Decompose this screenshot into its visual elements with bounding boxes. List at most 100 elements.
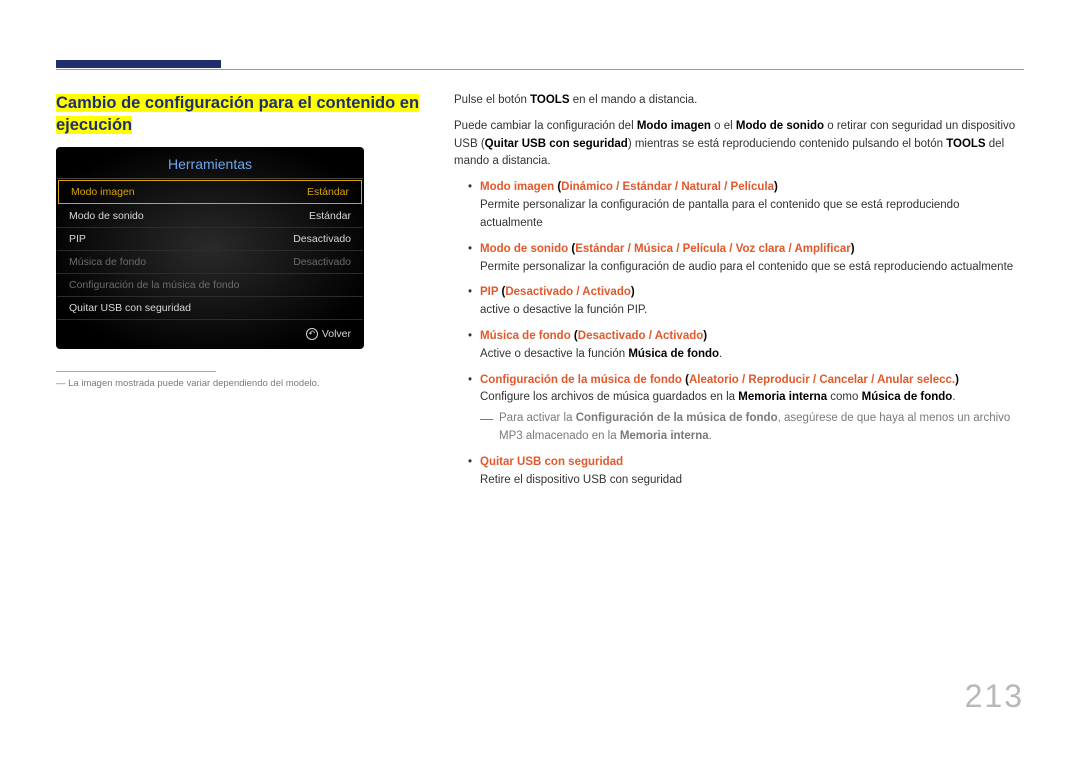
b1-o4: Película (731, 181, 774, 193)
row-label: Música de fondo (69, 256, 146, 268)
paragraph-1: Pulse el botón TOOLS en el mando a dista… (454, 92, 1024, 110)
b2-s3: / (726, 243, 736, 255)
b5-o1: Aleatorio (689, 374, 739, 386)
page-number: 213 (965, 678, 1024, 715)
row-value: Estándar (307, 186, 349, 198)
b3-o1: Desactivado (505, 286, 573, 298)
p2-g: ) mientras se está reproduciendo conteni… (628, 138, 946, 150)
return-label: Volver (322, 328, 351, 340)
b3-o2: Activado (582, 286, 631, 298)
b1-head: Modo imagen (480, 181, 554, 193)
row-label: Modo imagen (71, 186, 135, 198)
row-value: Desactivado (293, 256, 351, 268)
row-value: Desactivado (293, 233, 351, 245)
panel-row-musica-fondo: Música de fondo Desactivado (57, 251, 363, 274)
panel-row-quitar-usb[interactable]: Quitar USB con seguridad (57, 297, 363, 320)
tools-panel-rows: Modo imagen Estándar Modo de sonido Está… (57, 178, 363, 320)
b4-desc-c: . (719, 348, 722, 360)
b5-s3: / (868, 374, 877, 386)
sub-b: Configuración de la música de fondo (576, 412, 778, 424)
p1-c: en el mando a distancia. (570, 94, 698, 106)
b6-head: Quitar USB con seguridad (480, 456, 623, 468)
section-heading: Cambio de configuración para el contenid… (56, 92, 426, 137)
bullet-quitar-usb: Quitar USB con seguridad Retire el dispo… (468, 454, 1024, 490)
b1-close: ) (774, 181, 778, 193)
b5-desc-e: . (952, 391, 955, 403)
right-column: Pulse el botón TOOLS en el mando a dista… (454, 92, 1024, 497)
b4-head: Música de fondo (480, 330, 571, 342)
sub-e: . (709, 430, 712, 442)
b3-s1: / (573, 286, 582, 298)
row-label: Configuración de la música de fondo (69, 279, 239, 291)
b5-open: ( (682, 374, 689, 386)
row-value: Estándar (309, 210, 351, 222)
b4-s1: / (646, 330, 655, 342)
b2-o5: Amplificar (794, 243, 850, 255)
b5-desc-d: Música de fondo (862, 391, 953, 403)
b5-desc-c: como (827, 391, 862, 403)
b1-s1: / (613, 181, 623, 193)
p2-modo-imagen: Modo imagen (637, 120, 711, 132)
left-column: Cambio de configuración para el contenid… (56, 92, 426, 497)
sub-a: Para activar la (499, 412, 576, 424)
panel-row-pip[interactable]: PIP Desactivado (57, 228, 363, 251)
subnote-body: Para activar la Configuración de la músi… (499, 410, 1024, 446)
paragraph-2: Puede cambiar la configuración del Modo … (454, 118, 1024, 171)
b2-o2: Música (634, 243, 673, 255)
return-icon[interactable]: ↶ (306, 328, 318, 340)
b1-o2: Estándar (623, 181, 672, 193)
heading-line-2: ejecución (56, 116, 132, 134)
panel-row-modo-imagen[interactable]: Modo imagen Estándar (58, 180, 362, 204)
b2-close: ) (851, 243, 855, 255)
p1-a: Pulse el botón (454, 94, 530, 106)
bullet-list: Modo imagen ( Dinámico / Estándar / Natur… (468, 179, 1024, 489)
b1-o1: Dinámico (561, 181, 613, 193)
b3-head: PIP (480, 286, 498, 298)
b2-o3: Película (683, 243, 726, 255)
tools-panel: Herramientas Modo imagen Estándar Modo d… (56, 147, 364, 349)
b1-s2: / (672, 181, 682, 193)
b5-o3: Cancelar (819, 374, 868, 386)
b5-head: Configuración de la música de fondo (480, 374, 682, 386)
b1-o3: Natural (681, 181, 721, 193)
b5-o2: Reproducir (748, 374, 809, 386)
footnote-text: La imagen mostrada puede variar dependie… (68, 378, 319, 389)
b5-close: ) (955, 374, 959, 386)
footnote-dash: ― (56, 378, 66, 389)
b6-desc: Retire el dispositivo USB con seguridad (480, 474, 682, 486)
b2-o4: Voz clara (736, 243, 786, 255)
tools-panel-footer: ↶ Volver (57, 320, 363, 348)
b2-head: Modo de sonido (480, 243, 568, 255)
b5-desc-a: Configure los archivos de música guardad… (480, 391, 738, 403)
p1-tools: TOOLS (530, 94, 569, 106)
subnote-dash: ― (480, 412, 493, 446)
b5-desc-b: Memoria interna (738, 391, 827, 403)
footnote: ― La imagen mostrada puede variar depend… (56, 378, 426, 389)
b4-o2: Activado (655, 330, 704, 342)
panel-row-config-musica: Configuración de la música de fondo (57, 274, 363, 297)
b3-close: ) (631, 286, 635, 298)
b4-o1: Desactivado (578, 330, 646, 342)
b4-open: ( (571, 330, 578, 342)
row-label: Modo de sonido (69, 210, 144, 222)
row-label: PIP (69, 233, 86, 245)
b1-s3: / (721, 181, 731, 193)
b1-desc: Permite personalizar la configuración de… (480, 199, 959, 229)
bullet-modo-sonido: Modo de sonido (Estándar / Música / Pelí… (468, 241, 1024, 277)
header-accent-bar (56, 60, 221, 68)
bullet-musica-fondo: Música de fondo (Desactivado / Activado)… (468, 328, 1024, 364)
p2-c: o el (711, 120, 736, 132)
tools-panel-title: Herramientas (57, 148, 363, 178)
bullet-pip: PIP (Desactivado / Activado) active o de… (468, 284, 1024, 320)
b2-o1: Estándar (575, 243, 624, 255)
footnote-divider (56, 371, 216, 372)
heading-line-1: Cambio de configuración para el contenid… (56, 94, 419, 112)
sub-d: Memoria interna (620, 430, 709, 442)
p2-modo-sonido: Modo de sonido (736, 120, 824, 132)
p2-tools: TOOLS (946, 138, 985, 150)
b4-desc-b: Música de fondo (628, 348, 719, 360)
b3-desc: active o desactive la función PIP. (480, 304, 647, 316)
b2-s2: / (673, 243, 683, 255)
bullet-config-musica: Configuración de la música de fondo (Ale… (468, 372, 1024, 446)
panel-row-modo-sonido[interactable]: Modo de sonido Estándar (57, 205, 363, 228)
